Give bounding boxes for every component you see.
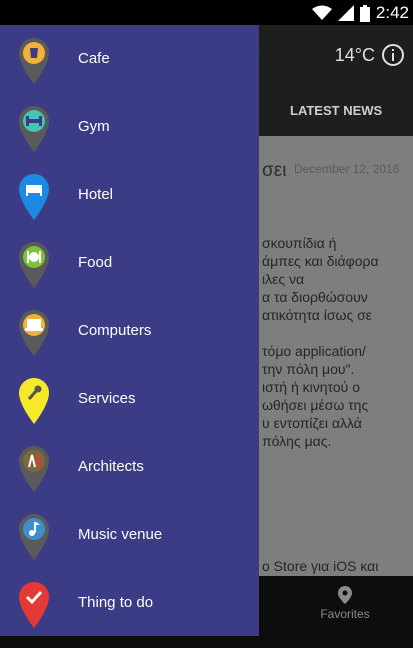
status-icons: 2:42 (311, 3, 409, 23)
architects-icon (19, 446, 49, 492)
drawer-item-architects[interactable]: Architects (0, 433, 259, 501)
battery-icon (359, 4, 370, 22)
cafe-icon (19, 38, 49, 84)
status-time: 2:42 (375, 3, 409, 22)
drawer-label-cafe: Cafe (78, 50, 110, 67)
hotel-icon (19, 174, 49, 220)
wifi-icon (311, 5, 332, 20)
drawer-item-computers[interactable]: Computers (0, 297, 259, 365)
cell-signal-icon (337, 5, 354, 21)
computers-icon (19, 310, 49, 356)
music-venue-icon (19, 514, 49, 560)
drawer-item-cafe[interactable]: Cafe (0, 25, 259, 93)
navigation-drawer: Cafe Gym Hotel Food Computers Services A… (0, 25, 259, 636)
gym-icon (19, 106, 49, 152)
location-pin-icon (338, 586, 352, 604)
drawer-label-food: Food (78, 254, 113, 271)
favorites-button[interactable]: Favorites (315, 586, 375, 621)
article-date: December 12, 2016 (294, 162, 400, 176)
drawer-label-gym: Gym (78, 118, 110, 135)
thing-to-do-icon (19, 582, 49, 628)
drawer-label-hotel: Hotel (78, 186, 114, 203)
temperature-readout: 14°C (334, 45, 375, 65)
services-icon (19, 378, 49, 424)
drawer-item-food[interactable]: Food (0, 229, 259, 297)
tab-latest-news[interactable]: LATEST NEWS (290, 103, 382, 118)
article-footer: o Store για iOS και (262, 558, 379, 574)
status-bar: 2:42 (0, 0, 413, 25)
drawer-label-thing-to-do: Thing to do (78, 594, 154, 611)
drawer-label-computers: Computers (78, 322, 152, 339)
drawer-label-services: Services (78, 390, 136, 407)
drawer-label-architects: Architects (78, 458, 144, 475)
info-icon[interactable] (381, 43, 405, 67)
favorites-label: Favorites (320, 607, 370, 621)
drawer-item-music-venue[interactable]: Music venue (0, 501, 259, 569)
drawer-item-thing-to-do[interactable]: Thing to do (0, 569, 259, 637)
drawer-item-hotel[interactable]: Hotel (0, 161, 259, 229)
drawer-item-services[interactable]: Services (0, 365, 259, 433)
drawer-label-music-venue: Music venue (78, 526, 163, 543)
article-body: σκουπίδια ή άμπες και διάφορα ιλες να α … (262, 235, 379, 449)
article-title[interactable]: σει (262, 160, 286, 182)
food-icon (19, 242, 49, 288)
drawer-item-gym[interactable]: Gym (0, 93, 259, 161)
